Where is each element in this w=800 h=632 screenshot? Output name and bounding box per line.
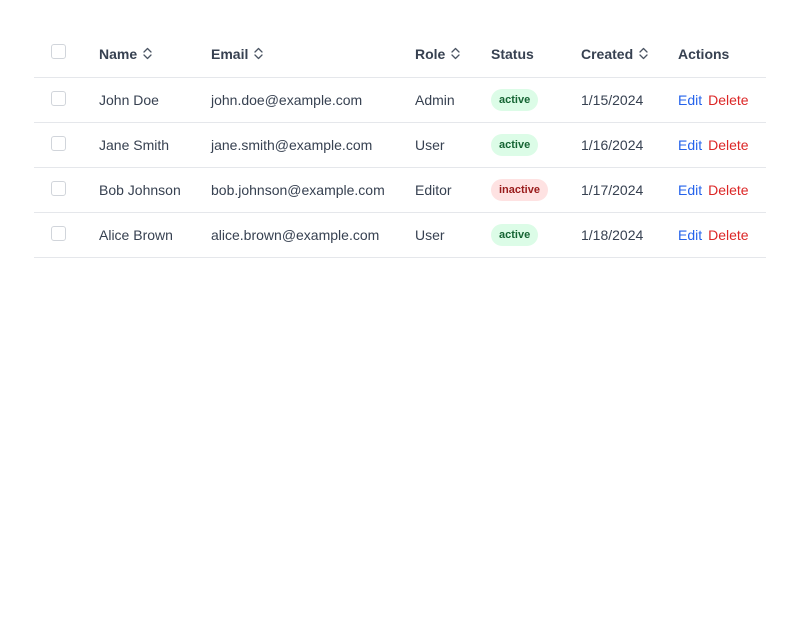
header-name[interactable]: Name xyxy=(99,31,211,77)
status-badge: active xyxy=(491,88,539,111)
edit-link[interactable]: Edit xyxy=(678,92,702,108)
cell-role: Admin xyxy=(415,91,455,108)
users-table-container: Name Email Role Status Created Actions J… xyxy=(34,31,766,258)
table-row: John Doe john.doe@example.com Admin acti… xyxy=(34,77,766,122)
header-role-label: Role xyxy=(415,45,446,62)
header-name-label: Name xyxy=(99,45,138,62)
table-row: Jane Smith jane.smith@example.com User a… xyxy=(34,122,766,167)
sort-updown-icon[interactable] xyxy=(254,47,264,60)
status-badge: inactive xyxy=(491,178,548,201)
row-checkbox[interactable] xyxy=(51,225,66,241)
cell-name: Jane Smith xyxy=(99,136,170,153)
cell-role: Editor xyxy=(415,181,452,198)
row-checkbox[interactable] xyxy=(51,90,66,106)
header-created[interactable]: Created xyxy=(581,31,678,77)
delete-link[interactable]: Delete xyxy=(708,182,748,198)
delete-link[interactable]: Delete xyxy=(708,227,748,243)
cell-role: User xyxy=(415,226,445,243)
header-check-cell xyxy=(34,31,99,77)
edit-link[interactable]: Edit xyxy=(678,182,702,198)
table-row: Alice Brown alice.brown@example.com User… xyxy=(34,212,766,257)
table-row: Bob Johnson bob.johnson@example.com Edit… xyxy=(34,167,766,212)
cell-created: 1/18/2024 xyxy=(581,226,644,243)
cell-name: Alice Brown xyxy=(99,226,173,243)
cell-name: John Doe xyxy=(99,91,159,108)
table-header: Name Email Role Status Created Actions xyxy=(34,31,766,77)
status-badge: active xyxy=(491,133,539,156)
row-checkbox[interactable] xyxy=(51,180,66,196)
delete-link[interactable]: Delete xyxy=(708,92,748,108)
select-all-checkbox[interactable] xyxy=(51,44,66,60)
cell-created: 1/16/2024 xyxy=(581,136,644,153)
edit-link[interactable]: Edit xyxy=(678,137,702,153)
users-table: Name Email Role Status Created Actions J… xyxy=(34,31,766,258)
table-body: John Doe john.doe@example.com Admin acti… xyxy=(34,77,766,257)
header-status: Status xyxy=(491,31,581,77)
header-actions: Actions xyxy=(678,31,766,77)
status-badge: active xyxy=(491,223,539,246)
cell-email: alice.brown@example.com xyxy=(211,226,380,243)
header-created-label: Created xyxy=(581,45,634,62)
edit-link[interactable]: Edit xyxy=(678,227,702,243)
cell-name: Bob Johnson xyxy=(99,181,181,198)
row-checkbox[interactable] xyxy=(51,135,66,151)
delete-link[interactable]: Delete xyxy=(708,137,748,153)
sort-updown-icon[interactable] xyxy=(639,47,648,60)
header-role[interactable]: Role xyxy=(415,31,491,77)
header-email-label: Email xyxy=(211,45,249,62)
cell-email: jane.smith@example.com xyxy=(211,136,373,153)
sort-updown-icon[interactable] xyxy=(451,47,460,60)
cell-email: bob.johnson@example.com xyxy=(211,181,385,198)
sort-updown-icon[interactable] xyxy=(143,47,152,60)
header-actions-label: Actions xyxy=(678,45,730,62)
header-status-label: Status xyxy=(491,45,534,62)
cell-created: 1/15/2024 xyxy=(581,91,644,108)
cell-email: john.doe@example.com xyxy=(211,91,363,108)
header-email[interactable]: Email xyxy=(211,31,415,77)
cell-created: 1/17/2024 xyxy=(581,181,644,198)
header-row: Name Email Role Status Created Actions xyxy=(34,31,766,77)
cell-role: User xyxy=(415,136,445,153)
